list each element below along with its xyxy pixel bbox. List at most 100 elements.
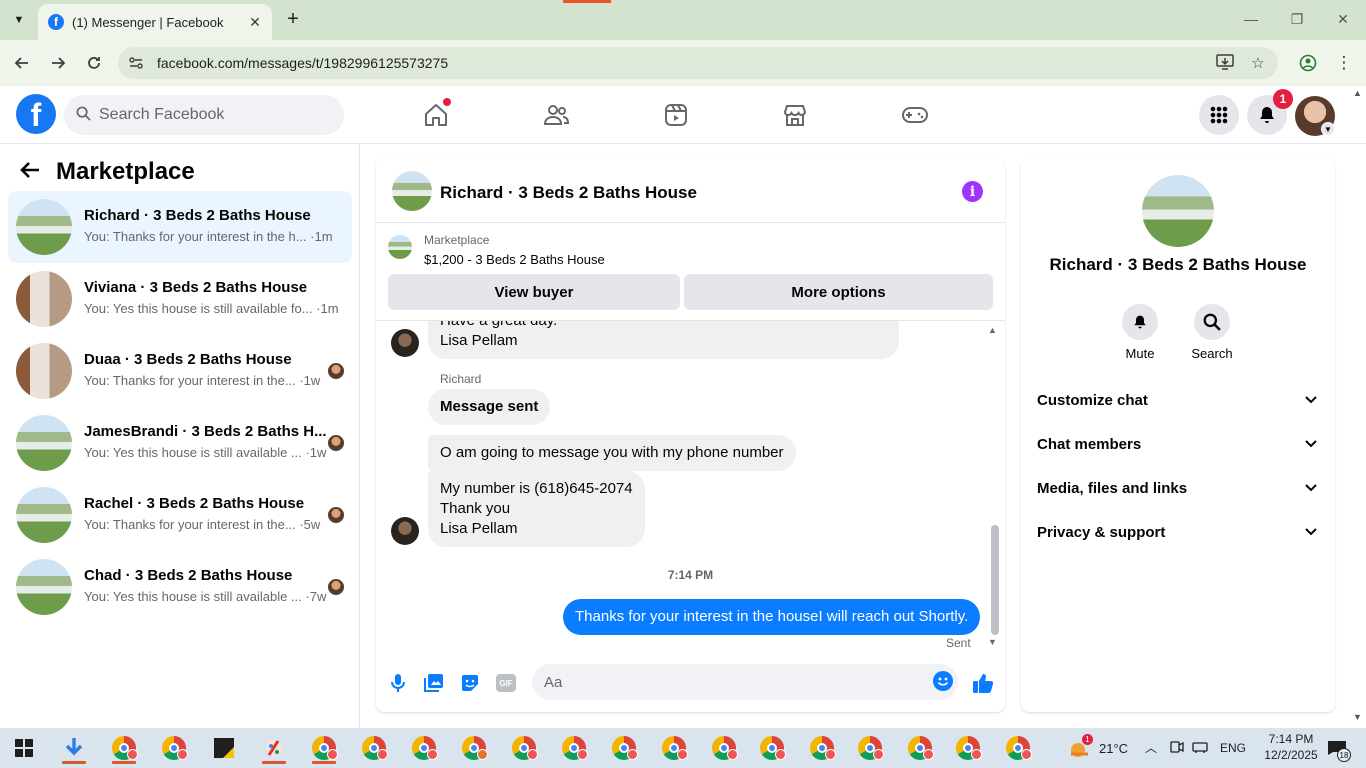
chrome-taskbar-icon[interactable] — [948, 732, 988, 764]
language-indicator[interactable]: ENG — [1220, 741, 1246, 755]
listing-thumbnail — [16, 271, 72, 327]
account-chevron-down-icon[interactable]: ▼ — [1321, 122, 1335, 136]
facebook-logo[interactable]: f — [16, 94, 56, 134]
sent-status: Sent — [946, 636, 971, 650]
conversation-item[interactable]: Duaa · 3 Beds 2 Baths House You: Thanks … — [8, 335, 352, 407]
chrome-taskbar-icon[interactable] — [654, 732, 694, 764]
profile-badge — [527, 749, 538, 760]
video-nav-icon[interactable] — [661, 100, 691, 130]
chrome-taskbar-icon[interactable] — [900, 732, 940, 764]
chrome-taskbar-icon[interactable] — [604, 732, 644, 764]
windows-start-icon[interactable] — [4, 732, 44, 764]
facebook-search-input[interactable]: Search Facebook — [64, 95, 344, 135]
taskbar-active-indicator — [62, 761, 86, 764]
meet-now-icon[interactable] — [1170, 740, 1184, 757]
chrome-taskbar-icon[interactable] — [504, 732, 544, 764]
message-scrollbar[interactable] — [991, 525, 999, 635]
chat-title[interactable]: Richard · 3 Beds 2 Baths House — [440, 183, 697, 203]
microphone-icon[interactable] — [386, 671, 410, 695]
privacy-support-row[interactable]: Privacy & support — [1029, 513, 1327, 553]
sender-avatar[interactable] — [391, 517, 419, 545]
new-tab-button[interactable]: + — [282, 8, 304, 30]
forward-button[interactable] — [45, 50, 71, 76]
chat-members-row[interactable]: Chat members — [1029, 425, 1327, 465]
scroll-up-arrow-icon[interactable]: ▲ — [988, 325, 997, 335]
chrome-taskbar-icon[interactable] — [998, 732, 1038, 764]
temperature-text[interactable]: 21°C — [1099, 741, 1128, 756]
chrome-taskbar-icon[interactable] — [154, 732, 194, 764]
chrome-taskbar-icon[interactable] — [354, 732, 394, 764]
chrome-taskbar-icon[interactable] — [304, 732, 344, 764]
notifications-button[interactable]: 1 — [1247, 89, 1293, 135]
weather-icon[interactable]: 1 — [1060, 732, 1100, 764]
page-scroll-up-icon[interactable]: ▲ — [1353, 88, 1362, 98]
conversation-item[interactable]: Richard · 3 Beds 2 Baths House You: Than… — [8, 191, 352, 263]
listing-thumbnail — [16, 415, 72, 471]
listing-title[interactable]: $1,200 - 3 Beds 2 Baths House — [424, 252, 605, 267]
profile-badge — [177, 749, 188, 760]
gaming-nav-icon[interactable] — [900, 100, 930, 130]
view-buyer-button[interactable]: View buyer — [388, 274, 680, 310]
media-files-links-row[interactable]: Media, files and links — [1029, 469, 1327, 509]
like-thumbs-up-icon[interactable] — [971, 671, 995, 695]
chrome-taskbar-icon[interactable] — [752, 732, 792, 764]
photo-attach-icon[interactable] — [422, 671, 446, 695]
emoji-icon[interactable] — [933, 671, 953, 691]
gif-icon[interactable]: GIF — [494, 671, 518, 695]
chrome-taskbar-icon[interactable] — [554, 732, 594, 764]
message-input-placeholder: Aa — [544, 673, 563, 691]
chrome-taskbar-icon[interactable] — [454, 732, 494, 764]
tab-close-icon[interactable]: ✕ — [246, 14, 264, 31]
more-options-button[interactable]: More options — [684, 274, 993, 310]
tab-search-dropdown[interactable]: ▼ — [6, 8, 32, 32]
conversation-item[interactable]: Chad · 3 Beds 2 Baths House You: Yes thi… — [8, 551, 352, 623]
conversation-item[interactable]: Viviana · 3 Beds 2 Baths House You: Yes … — [8, 263, 352, 335]
search-in-chat-button[interactable]: Search — [1176, 304, 1248, 361]
conversation-item[interactable]: Rachel · 3 Beds 2 Baths House You: Thank… — [8, 479, 352, 551]
sender-avatar[interactable] — [391, 329, 419, 357]
chrome-taskbar-icon[interactable] — [104, 732, 144, 764]
home-nav-icon[interactable] — [421, 98, 451, 130]
chrome-taskbar-icon[interactable] — [704, 732, 744, 764]
site-settings-icon[interactable] — [128, 55, 146, 71]
message-list[interactable]: Have a great day. Lisa Pellam Richard Me… — [376, 321, 1005, 651]
profile-button[interactable] — [1295, 50, 1321, 76]
message-input[interactable]: Aa — [532, 664, 958, 700]
chrome-taskbar-icon[interactable] — [802, 732, 842, 764]
paint-app-icon[interactable] — [254, 732, 294, 764]
restore-button[interactable]: ❐ — [1282, 8, 1312, 30]
minimize-button[interactable]: — — [1236, 8, 1266, 30]
mute-button[interactable]: Mute — [1104, 304, 1176, 361]
friends-nav-icon[interactable] — [541, 100, 571, 130]
window-close-button[interactable]: ✕ — [1328, 8, 1358, 30]
marketplace-nav-icon[interactable] — [780, 100, 810, 130]
back-button[interactable] — [9, 50, 35, 76]
bookmark-star-icon[interactable]: ☆ — [1248, 54, 1268, 72]
browser-tab-active[interactable]: f (1) Messenger | Facebook ✕ — [38, 4, 272, 40]
chevron-down-icon — [1305, 479, 1317, 495]
chat-header: Richard · 3 Beds 2 Baths House i — [376, 159, 1005, 223]
sticker-icon[interactable] — [458, 671, 482, 695]
page-scroll-down-icon[interactable]: ▼ — [1353, 712, 1362, 722]
marketplace-listing-bar: Marketplace $1,200 - 3 Beds 2 Baths Hous… — [376, 223, 1005, 321]
browser-menu-icon[interactable]: ⋮ — [1331, 50, 1357, 76]
conversation-item[interactable]: JamesBrandi · 3 Beds 2 Baths H... You: Y… — [8, 407, 352, 479]
conversation-snippet: You: Yes this house is still available f… — [84, 301, 339, 316]
reload-button[interactable] — [81, 50, 107, 76]
customize-chat-row[interactable]: Customize chat — [1029, 381, 1327, 421]
menu-grid-button[interactable] — [1199, 95, 1239, 135]
notification-center-icon[interactable]: 18 — [1317, 732, 1357, 764]
chrome-taskbar-icon[interactable] — [850, 732, 890, 764]
network-icon[interactable] — [1192, 740, 1208, 757]
install-app-icon[interactable] — [1215, 54, 1235, 74]
downloads-arrow-icon[interactable] — [54, 732, 94, 764]
info-icon[interactable]: i — [962, 181, 983, 202]
scroll-down-arrow-icon[interactable]: ▼ — [988, 637, 997, 647]
chat-avatar[interactable] — [392, 171, 432, 211]
row-label: Customize chat — [1037, 392, 1148, 409]
chrome-taskbar-icon[interactable] — [404, 732, 444, 764]
back-arrow-icon[interactable] — [20, 158, 40, 186]
show-hidden-icons-chevron-up-icon[interactable]: ︿ — [1145, 739, 1157, 756]
address-bar[interactable]: facebook.com/messages/t/1982996125573275… — [118, 47, 1278, 79]
sticky-notes-icon[interactable] — [204, 732, 244, 764]
